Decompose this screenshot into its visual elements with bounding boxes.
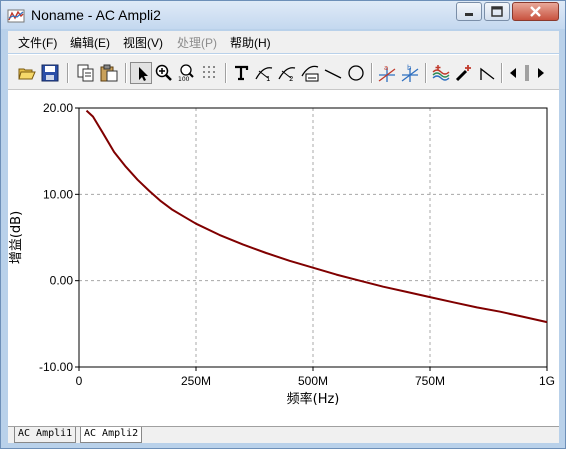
chart-grid — [79, 108, 547, 367]
scroll-right-button[interactable] — [534, 62, 548, 84]
paste-icon — [100, 64, 118, 82]
toolbar-separator — [125, 63, 127, 83]
cursor-a-icon: a — [378, 64, 396, 82]
app-window: Noname - AC Ampli2 文件(F) 编辑(E) 视图(V) 处理(… — [0, 0, 566, 449]
copy-button[interactable] — [75, 62, 97, 84]
open-button[interactable] — [16, 62, 38, 84]
zoom-100-icon: 100 — [178, 64, 194, 82]
label-curve-2-button[interactable]: 2 — [276, 62, 298, 84]
y-tick-label: 10.00 — [43, 187, 73, 201]
save-icon — [41, 64, 59, 82]
pick-color-button[interactable] — [453, 62, 475, 84]
y-axis-label: 增益(dB) — [9, 211, 24, 264]
save-button[interactable] — [39, 62, 61, 84]
minimize-button[interactable] — [456, 2, 482, 21]
x-axis-label: 频率(Hz) — [287, 391, 340, 407]
label-curve-1-button[interactable]: 1 — [253, 62, 275, 84]
toolbar-separator — [225, 63, 227, 83]
svg-text:a: a — [384, 64, 388, 72]
series-group — [85, 109, 548, 324]
cursor-a-button[interactable]: a — [376, 62, 398, 84]
maximize-icon — [491, 6, 503, 17]
y-tick-label: 20.00 — [43, 101, 73, 115]
toolbar: 100 1 2 a b — [8, 54, 559, 90]
series-line — [85, 109, 548, 324]
paste-button[interactable] — [98, 62, 120, 84]
label-curve-3-button[interactable] — [299, 62, 321, 84]
step-button[interactable] — [476, 62, 498, 84]
pointer-button[interactable] — [130, 62, 152, 84]
window-title: Noname - AC Ampli2 — [31, 7, 161, 23]
tab-ac-ampli1[interactable]: AC Ampli1 — [14, 427, 77, 443]
menu-edit[interactable]: 编辑(E) — [70, 34, 110, 51]
plot-area: 20.00 10.00 0.00 -10.00 0 250M 500M 750M 1G 频率(… — [8, 90, 559, 426]
menu-view[interactable]: 视图(V) — [123, 34, 163, 51]
pick-color-icon — [455, 65, 471, 82]
scroll-bar-icon — [525, 65, 529, 81]
y-axis-ticks: 20.00 10.00 0.00 -10.00 — [39, 101, 79, 374]
label-curve-3-icon — [301, 65, 319, 82]
title-bar[interactable]: Noname - AC Ampli2 — [1, 1, 565, 29]
x-tick-label: 1G — [539, 374, 555, 388]
menu-process[interactable]: 处理(P) — [177, 34, 217, 51]
toolbar-separator — [425, 63, 427, 83]
ellipse-button[interactable] — [345, 62, 367, 84]
label-curve-2-icon: 2 — [278, 67, 296, 82]
tab-ac-ampli2[interactable]: AC Ampli2 — [80, 427, 143, 443]
line-button[interactable] — [322, 62, 344, 84]
menu-file[interactable]: 文件(F) — [18, 34, 57, 51]
scroll-left-icon — [510, 68, 516, 78]
toolbar-separator — [501, 63, 503, 83]
y-tick-label: 0.00 — [50, 274, 74, 288]
pointer-icon — [139, 67, 148, 81]
scroll-left-button[interactable] — [506, 62, 520, 84]
text-button[interactable] — [230, 62, 252, 84]
close-icon — [530, 6, 541, 17]
ellipse-icon — [348, 65, 364, 81]
open-icon — [18, 68, 36, 80]
zoom-in-icon — [155, 64, 172, 81]
toolbar-separator — [67, 63, 69, 83]
step-icon — [480, 67, 495, 80]
menu-help[interactable]: 帮助(H) — [230, 34, 271, 51]
grid-button[interactable] — [199, 62, 221, 84]
toolbar-separator — [371, 63, 373, 83]
tab-bar: AC Ampli1 AC Ampli2 — [8, 426, 559, 443]
copy-icon — [77, 64, 94, 82]
scroll-position-button[interactable] — [520, 62, 534, 84]
zoom-in-button[interactable] — [153, 62, 175, 84]
x-axis-ticks: 0 250M 500M 750M 1G — [76, 367, 555, 388]
cursor-b-button[interactable]: b — [399, 62, 421, 84]
grid-icon — [203, 66, 215, 78]
scroll-right-icon — [538, 68, 544, 78]
x-tick-label: 250M — [181, 374, 211, 388]
y-tick-label: -10.00 — [39, 360, 73, 374]
x-tick-label: 500M — [298, 374, 328, 388]
x-tick-label: 0 — [76, 374, 83, 388]
text-icon — [235, 65, 249, 81]
multi-trace-icon — [432, 65, 450, 81]
multi-trace-button[interactable] — [430, 62, 452, 84]
svg-text:100: 100 — [178, 76, 190, 82]
label-curve-1-icon: 1 — [255, 67, 273, 82]
svg-text:2: 2 — [289, 75, 293, 82]
minimize-icon — [465, 13, 473, 16]
menu-bar: 文件(F) 编辑(E) 视图(V) 处理(P) 帮助(H) — [8, 31, 559, 53]
ac-ampli-app-icon — [7, 9, 25, 23]
close-button[interactable] — [512, 2, 559, 21]
x-tick-label: 750M — [415, 374, 445, 388]
gain-chart[interactable]: 20.00 10.00 0.00 -10.00 0 250M 500M 750M 1G 频率(… — [8, 90, 559, 426]
line-icon — [324, 69, 342, 79]
cursor-b-icon: b — [401, 64, 419, 82]
maximize-button[interactable] — [484, 2, 510, 21]
svg-text:1: 1 — [266, 75, 270, 82]
svg-text:b: b — [407, 64, 412, 72]
zoom-100-button[interactable]: 100 — [176, 62, 198, 84]
